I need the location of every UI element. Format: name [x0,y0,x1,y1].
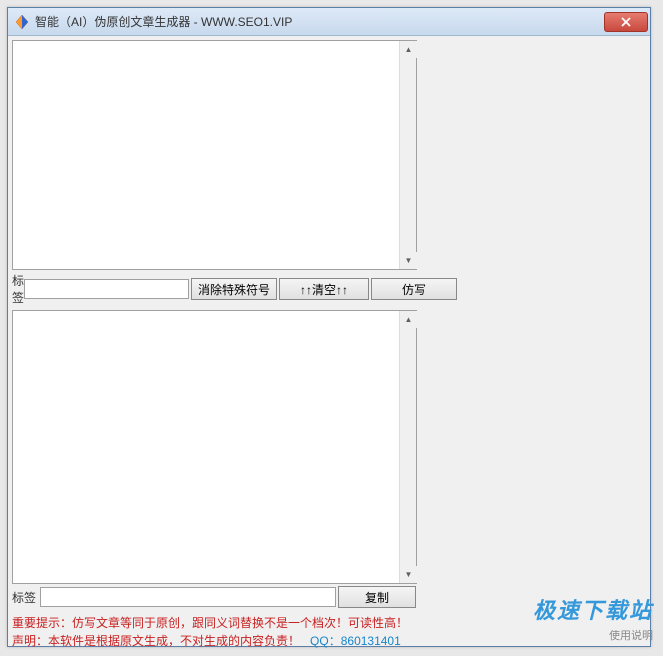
app-window: 智能（AI）伪原创文章生成器 - WWW.SEO1.VIP ▲ ▼ 标签 消除特… [7,7,651,647]
warning-line2: 声明：本软件是根据原文生成，不对生成的内容负责！ QQ：860131401 [12,632,417,650]
warning-text-2: 本软件是根据原文生成，不对生成的内容负责！ [48,634,300,648]
output-tag-label: 标签 [12,589,40,606]
scroll-up-icon[interactable]: ▲ [400,311,417,328]
warning-prefix-1: 重要提示： [12,616,72,630]
remove-special-button[interactable]: 消除特殊符号 [191,278,277,300]
copy-button[interactable]: 复制 [338,586,416,608]
output-toolbar: 标签 复制 [12,586,417,608]
warning-text-1: 仿写文章等同于原创，跟同义词替换不是一个档次！可读性高！ [72,616,408,630]
input-tag-label: 标签 [12,272,24,306]
output-tag-field[interactable] [40,587,336,607]
output-textarea-wrap: ▲ ▼ [12,310,417,584]
clear-button[interactable]: ↑↑清空↑↑ [279,278,369,300]
watermark-main: 极速下载站 [533,593,653,625]
close-button[interactable] [604,12,648,32]
output-scrollbar[interactable]: ▲ ▼ [399,311,416,583]
watermark-sub: 使用说明 [533,627,653,643]
qq-label: QQ： [310,634,341,648]
scroll-down-icon[interactable]: ▼ [400,566,417,583]
content-area: ▲ ▼ 标签 消除特殊符号 ↑↑清空↑↑ 仿写 ▲ ▼ 标签 复制 重要提示： [8,36,650,656]
warning-prefix-2: 声明： [12,634,48,648]
window-title: 智能（AI）伪原创文章生成器 - WWW.SEO1.VIP [35,13,604,30]
close-icon [621,17,631,27]
rewrite-button[interactable]: 仿写 [371,278,457,300]
output-textarea[interactable] [13,311,399,583]
warning-box: 重要提示：仿写文章等同于原创，跟同义词替换不是一个档次！可读性高！ 声明：本软件… [12,612,417,652]
input-scrollbar[interactable]: ▲ ▼ [399,41,416,269]
input-toolbar: 标签 消除特殊符号 ↑↑清空↑↑ 仿写 [12,272,417,306]
input-textarea[interactable] [13,41,399,269]
warning-line1: 重要提示：仿写文章等同于原创，跟同义词替换不是一个档次！可读性高！ [12,614,417,632]
qq-number: 860131401 [341,634,401,648]
scroll-down-icon[interactable]: ▼ [400,252,417,269]
titlebar: 智能（AI）伪原创文章生成器 - WWW.SEO1.VIP [8,8,650,36]
input-tag-field[interactable] [24,279,189,299]
app-icon [14,14,30,30]
scroll-up-icon[interactable]: ▲ [400,41,417,58]
input-textarea-wrap: ▲ ▼ [12,40,417,270]
watermark: 极速下载站 使用说明 [533,593,653,643]
